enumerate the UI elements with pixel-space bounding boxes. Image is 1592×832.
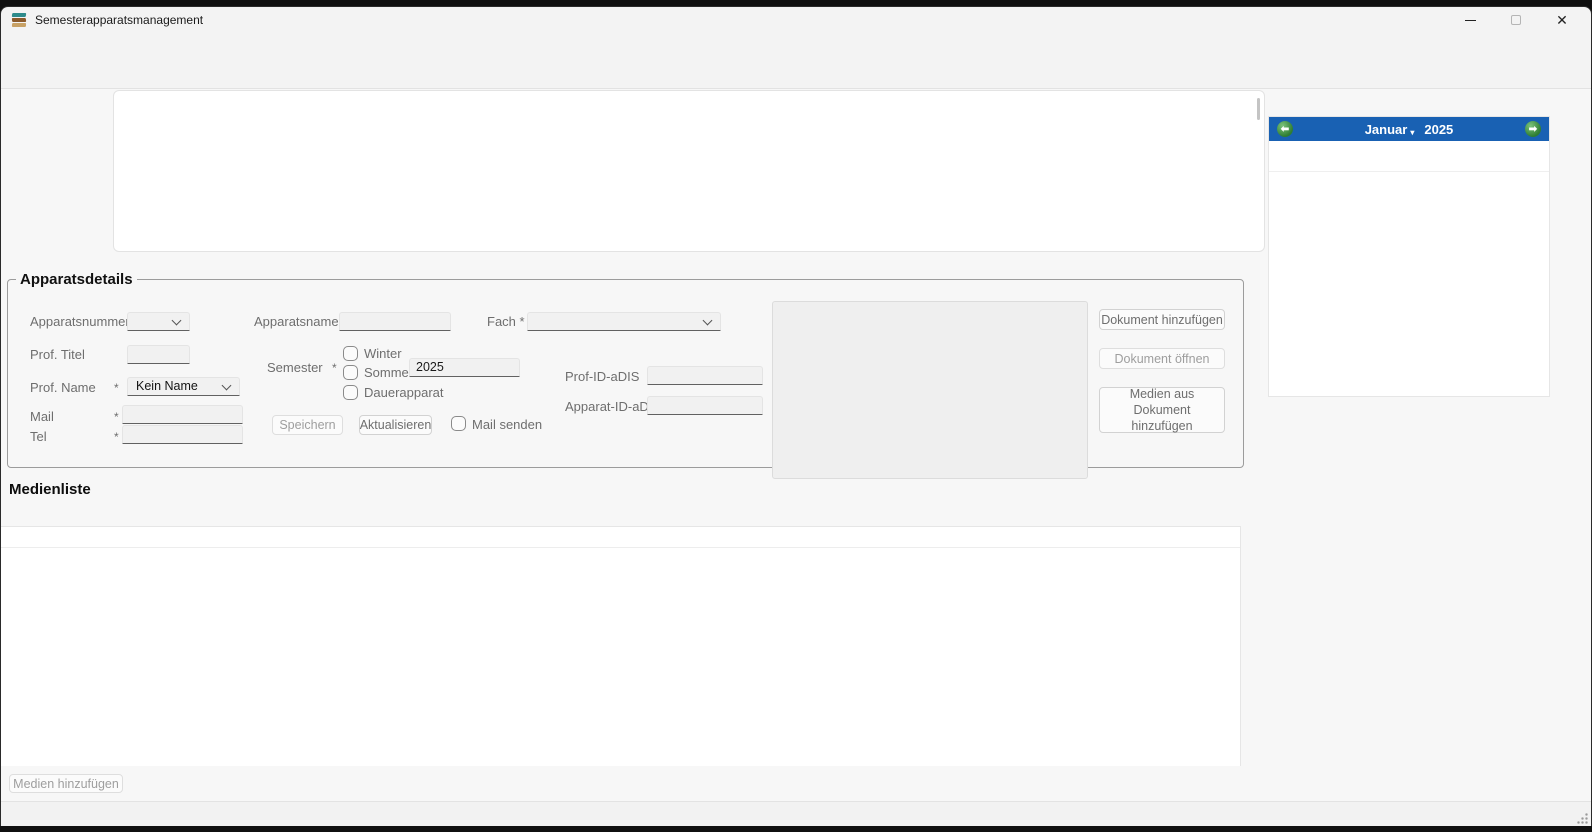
apparatsdetails-group: Apparatsdetails Apparatsnummer Apparatsn… xyxy=(7,271,1244,468)
tab-content-anlegen: ⬅ Januar▾ 2025 ➡ Apparatsdetails Apparat… xyxy=(1,89,1591,801)
prof-titel-label: Prof. Titel xyxy=(30,345,85,364)
previous-month-button[interactable]: ⬅ xyxy=(1277,121,1293,137)
prof-name-required-mark: * xyxy=(114,378,119,397)
mail-field[interactable] xyxy=(122,405,243,424)
tel-label: Tel xyxy=(30,427,47,446)
semester-sommer-radio[interactable] xyxy=(343,365,358,380)
calendar-title[interactable]: Januar▾ 2025 xyxy=(1365,122,1454,137)
close-icon: ✕ xyxy=(1556,13,1568,27)
semester-dauerapparat-radio[interactable] xyxy=(343,385,358,400)
speichern-button[interactable]: Speichern xyxy=(272,415,343,435)
mail-label: Mail xyxy=(30,407,54,426)
chevron-down-icon xyxy=(703,316,713,326)
semester-winter-label: Winter xyxy=(364,346,402,362)
minimize-button[interactable] xyxy=(1447,7,1493,33)
month-dropdown-caret: ▾ xyxy=(1410,128,1414,137)
apparatsname-label: Apparatsname * xyxy=(254,312,347,331)
app-window: Semesterapparatsmanagement ✕ xyxy=(0,6,1592,826)
documents-table xyxy=(772,301,1088,479)
apparatsnummer-label: Apparatsnummer xyxy=(30,312,130,331)
prof-name-label: Prof. Name xyxy=(30,378,96,397)
medien-hinzufuegen-button[interactable]: Medien hinzufügen xyxy=(9,774,123,793)
documents-table-header xyxy=(773,302,1087,322)
semester-required-mark: * xyxy=(332,358,337,377)
table-vertical-scrollbar[interactable] xyxy=(1257,98,1260,120)
calendar-weekday-row xyxy=(1269,141,1549,172)
calendar: ⬅ Januar▾ 2025 ➡ xyxy=(1268,116,1550,397)
calendar-year[interactable]: 2025 xyxy=(1424,122,1453,137)
fach-label: Fach * xyxy=(487,312,525,331)
close-button[interactable]: ✕ xyxy=(1539,7,1585,33)
prof-titel-field[interactable] xyxy=(127,345,190,364)
statusbar xyxy=(1,801,1591,826)
prof-id-adis-field[interactable] xyxy=(647,366,763,385)
calendar-month[interactable]: Januar xyxy=(1365,122,1408,137)
apparatsdetails-legend: Apparatsdetails xyxy=(16,271,137,288)
tel-required-mark: * xyxy=(114,427,119,446)
minimize-icon xyxy=(1465,20,1476,21)
chevron-down-icon xyxy=(222,381,232,391)
maximize-icon xyxy=(1511,15,1521,25)
window-controls: ✕ xyxy=(1447,7,1585,33)
chevron-down-icon xyxy=(172,316,182,326)
tabbar xyxy=(1,63,1591,89)
resize-grip-icon[interactable] xyxy=(1576,812,1588,824)
titlebar: Semesterapparatsmanagement ✕ xyxy=(1,7,1591,33)
semester-winter-radio[interactable] xyxy=(343,346,358,361)
medienliste-title: Medienliste xyxy=(9,481,91,498)
dokument-oeffnen-button[interactable]: Dokument öffnen xyxy=(1099,348,1225,369)
semester-label: Semester xyxy=(267,358,323,377)
fach-select[interactable] xyxy=(527,312,721,331)
apparatsnummer-select[interactable] xyxy=(127,312,190,331)
desktop-background: Semesterapparatsmanagement ✕ xyxy=(0,0,1592,832)
prof-id-adis-label: Prof-ID-aDIS xyxy=(565,367,639,386)
mail-senden-checkbox[interactable] xyxy=(451,416,466,431)
medienliste-table-header xyxy=(1,527,1240,548)
calendar-header: ⬅ Januar▾ 2025 ➡ xyxy=(1269,117,1549,141)
tel-field[interactable] xyxy=(122,425,243,444)
maximize-button[interactable] xyxy=(1493,7,1539,33)
menubar xyxy=(1,33,1591,63)
semester-sommer-label: Sommer xyxy=(364,365,413,381)
mail-required-mark: * xyxy=(114,407,119,426)
dokument-hinzufuegen-button[interactable]: Dokument hinzufügen xyxy=(1099,309,1225,330)
mail-senden-label: Mail senden xyxy=(472,417,542,433)
medien-aus-dokument-button[interactable]: Medien aus Dokument hinzufügen xyxy=(1099,387,1225,433)
prof-name-value: Kein Name xyxy=(136,379,198,393)
app-icon xyxy=(11,12,27,28)
window-title: Semesterapparatsmanagement xyxy=(35,13,203,27)
apparatsname-field[interactable] xyxy=(339,312,451,331)
next-month-button[interactable]: ➡ xyxy=(1525,121,1541,137)
semester-year-field[interactable]: 2025 xyxy=(409,358,520,377)
apparat-id-adis-field[interactable] xyxy=(647,396,763,415)
medienliste-table xyxy=(1,526,1241,766)
semester-dauerapparat-label: Dauerapparat xyxy=(364,385,444,401)
prof-name-select[interactable]: Kein Name xyxy=(127,377,240,396)
aktualisieren-button[interactable]: Aktualisieren xyxy=(359,415,432,435)
apparate-table xyxy=(113,90,1265,252)
